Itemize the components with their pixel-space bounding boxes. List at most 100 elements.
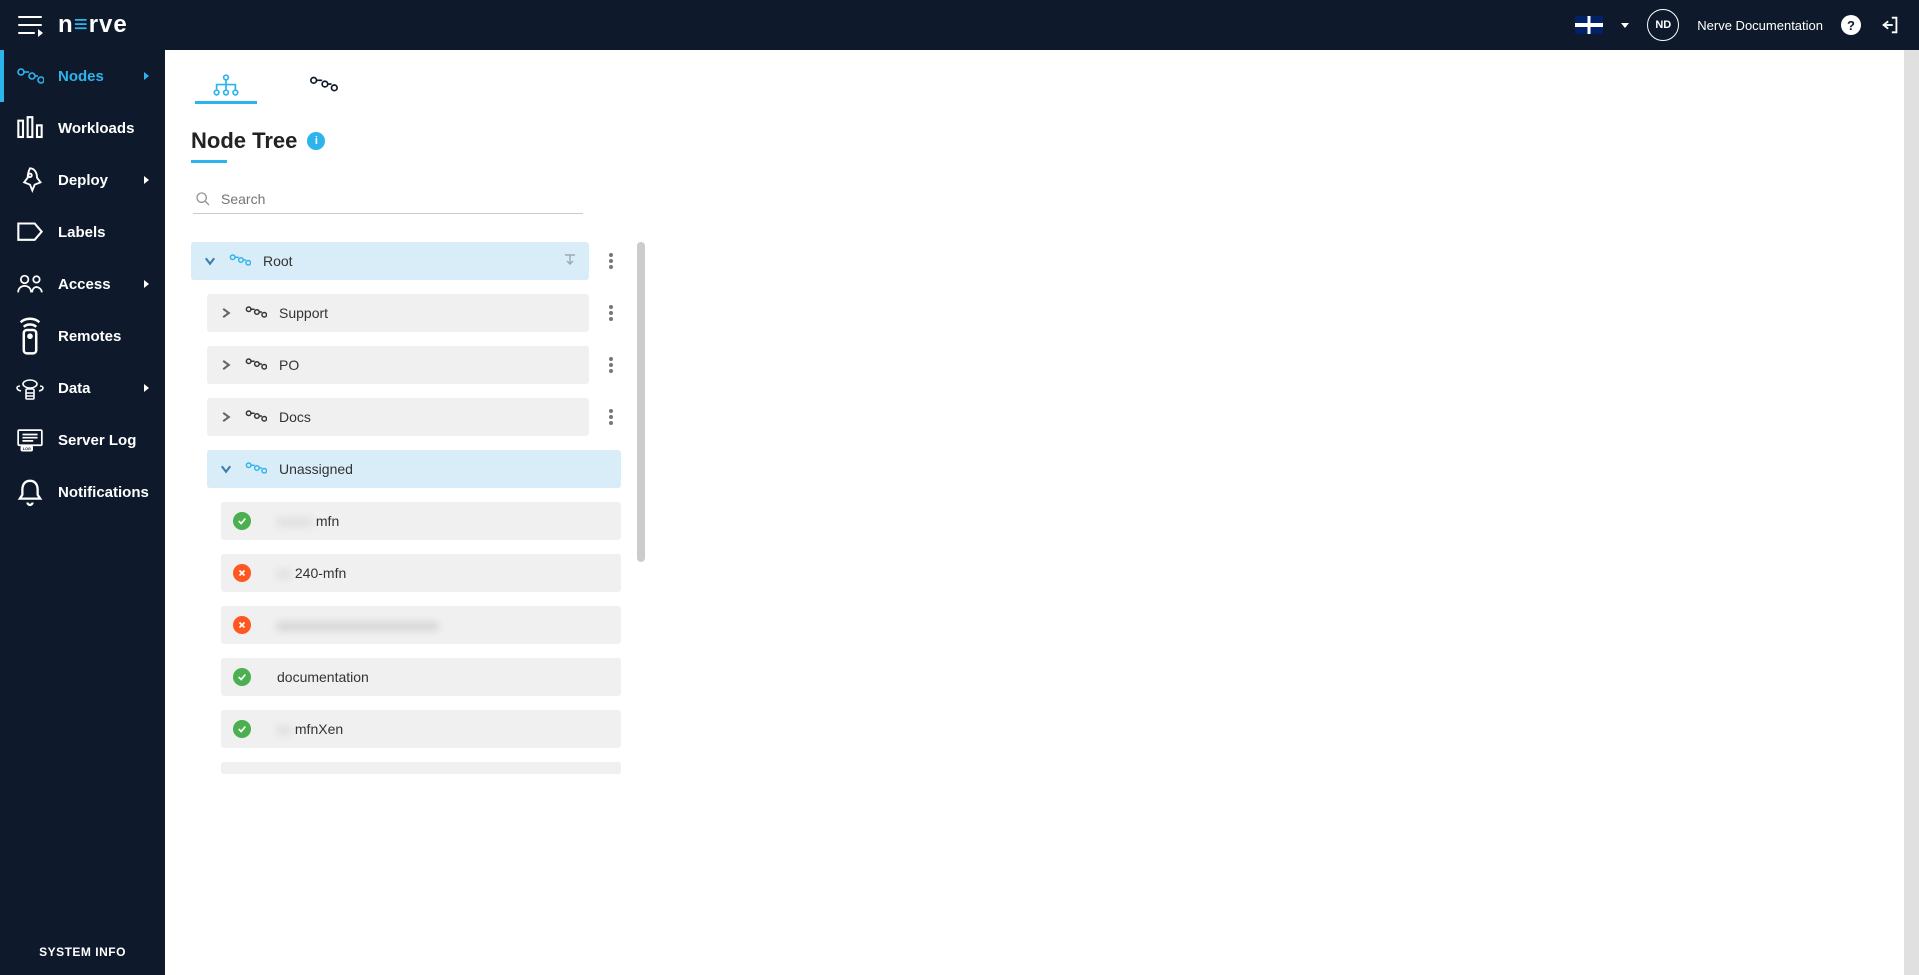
labels-icon (16, 220, 44, 244)
help-icon[interactable]: ? (1841, 15, 1861, 35)
chevron-right-icon (144, 384, 149, 392)
title-underline (191, 160, 227, 163)
svg-text:LOG: LOG (23, 447, 31, 451)
system-info-button[interactable]: SYSTEM INFO (0, 929, 165, 975)
tree-node-item[interactable]: xxxxxxxxxxxxxxxxxxxxxxx (221, 606, 621, 644)
tree-node-item[interactable]: xx mfnXen (221, 710, 621, 748)
page-title-row: Node Tree i (191, 128, 1893, 154)
chevron-right-icon (144, 72, 149, 80)
tree-node-item[interactable]: documentation (221, 658, 621, 696)
status-ok-icon (233, 668, 251, 686)
view-tabs (191, 68, 1893, 104)
sidebar-item-label: Data (58, 380, 91, 397)
page-title: Node Tree (191, 128, 297, 154)
folder-icon (229, 253, 251, 270)
sidebar-item-label: Remotes (58, 328, 121, 345)
sidebar: Nodes Workloads Deploy Labels Access Remotes D… (0, 50, 165, 975)
language-dropdown-caret-icon[interactable] (1621, 23, 1629, 28)
logout-icon[interactable] (1879, 14, 1901, 36)
tree-node-label: PO (279, 357, 299, 373)
info-icon[interactable]: i (307, 132, 325, 150)
tree-node-root[interactable]: Root (191, 242, 589, 280)
sidebar-item-label: Notifications (58, 484, 149, 501)
data-icon (16, 376, 44, 400)
search-icon (195, 191, 211, 207)
chevron-right-icon (144, 176, 149, 184)
access-icon (16, 272, 44, 296)
sidebar-item-label: Labels (58, 224, 106, 241)
more-button[interactable] (601, 305, 621, 321)
sidebar-item-data[interactable]: Data (0, 362, 165, 414)
header-left: n≡rve (18, 11, 128, 39)
search-input[interactable] (221, 191, 581, 207)
tree-node-item[interactable]: xxxxx mfn (221, 502, 621, 540)
sidebar-item-label: Access (58, 276, 111, 293)
status-ok-icon (233, 512, 251, 530)
sidebar-item-label: Deploy (58, 172, 108, 189)
chevron-right-icon[interactable] (219, 306, 233, 320)
tree-node-label: Unassigned (279, 461, 353, 477)
user-name: Nerve Documentation (1697, 18, 1823, 33)
tree-node-label: xxxxx mfn (277, 513, 339, 529)
tree-node-label: Root (263, 253, 293, 269)
sidebar-item-label: Workloads (58, 120, 134, 137)
chevron-right-icon[interactable] (219, 358, 233, 372)
menu-toggle-icon[interactable] (18, 16, 42, 34)
tree-node-unassigned[interactable]: Unassigned (207, 450, 621, 488)
sidebar-item-nodes[interactable]: Nodes (0, 50, 165, 102)
search-field[interactable] (193, 185, 583, 214)
tree-node-folder[interactable]: PO (207, 346, 589, 384)
logo-text-left: n (58, 11, 74, 39)
status-error-icon (233, 616, 251, 634)
nodes-icon (16, 64, 44, 88)
more-button[interactable] (601, 253, 621, 269)
tree-node-item-partial[interactable] (221, 762, 621, 774)
tree-node-label: xxxxxxxxxxxxxxxxxxxxxxx (277, 617, 438, 633)
sidebar-item-access[interactable]: Access (0, 258, 165, 310)
app-layout: Nodes Workloads Deploy Labels Access Remotes D… (0, 50, 1919, 975)
user-avatar[interactable]: ND (1647, 9, 1679, 41)
more-button[interactable] (601, 409, 621, 425)
chevron-down-icon[interactable] (219, 462, 233, 476)
chevron-right-icon[interactable] (219, 410, 233, 424)
sidebar-item-labels[interactable]: Labels (0, 206, 165, 258)
language-flag-icon[interactable] (1575, 16, 1603, 34)
deploy-icon (16, 168, 44, 192)
chevron-down-icon[interactable] (203, 254, 217, 268)
sidebar-item-server-log[interactable]: LOGServer Log (0, 414, 165, 466)
logo-accent: ≡ (74, 11, 89, 39)
logo-text-right: rve (89, 11, 128, 39)
tree-node-folder[interactable]: Docs (207, 398, 589, 436)
tree-node-label: documentation (277, 669, 369, 685)
tree-scrollbar[interactable] (637, 242, 645, 562)
status-error-icon (233, 564, 251, 582)
main-scrollbar[interactable] (1904, 50, 1919, 975)
tree-node-label: Docs (279, 409, 311, 425)
app-header: n≡rve ND Nerve Documentation ? (0, 0, 1919, 50)
header-right: ND Nerve Documentation ? (1575, 9, 1901, 41)
folder-icon (245, 357, 267, 374)
status-ok-icon (233, 720, 251, 738)
chevron-right-icon (144, 280, 149, 288)
sidebar-item-remotes[interactable]: Remotes (0, 310, 165, 362)
notifications-icon (16, 480, 44, 504)
tab-list-view[interactable] (293, 68, 355, 104)
sidebar-item-label: Nodes (58, 68, 104, 85)
more-button[interactable] (601, 357, 621, 373)
workloads-icon (16, 116, 44, 140)
sidebar-item-deploy[interactable]: Deploy (0, 154, 165, 206)
node-tree: Root Support PO Docs Unassigned xxxxx mfn x… (191, 242, 621, 774)
folder-icon (245, 461, 267, 478)
tree-node-folder[interactable]: Support (207, 294, 589, 332)
sidebar-item-workloads[interactable]: Workloads (0, 102, 165, 154)
collapse-all-icon[interactable] (563, 253, 577, 270)
folder-icon (245, 305, 267, 322)
folder-icon (245, 409, 267, 426)
tab-tree-view[interactable] (195, 68, 257, 104)
remotes-icon (16, 324, 44, 348)
main-content: Node Tree i Root Support PO Docs (165, 50, 1919, 975)
serverlog-icon: LOG (16, 428, 44, 452)
tree-node-label: xx mfnXen (277, 721, 343, 737)
tree-node-item[interactable]: xx 240-mfn (221, 554, 621, 592)
sidebar-item-notifications[interactable]: Notifications (0, 466, 165, 518)
